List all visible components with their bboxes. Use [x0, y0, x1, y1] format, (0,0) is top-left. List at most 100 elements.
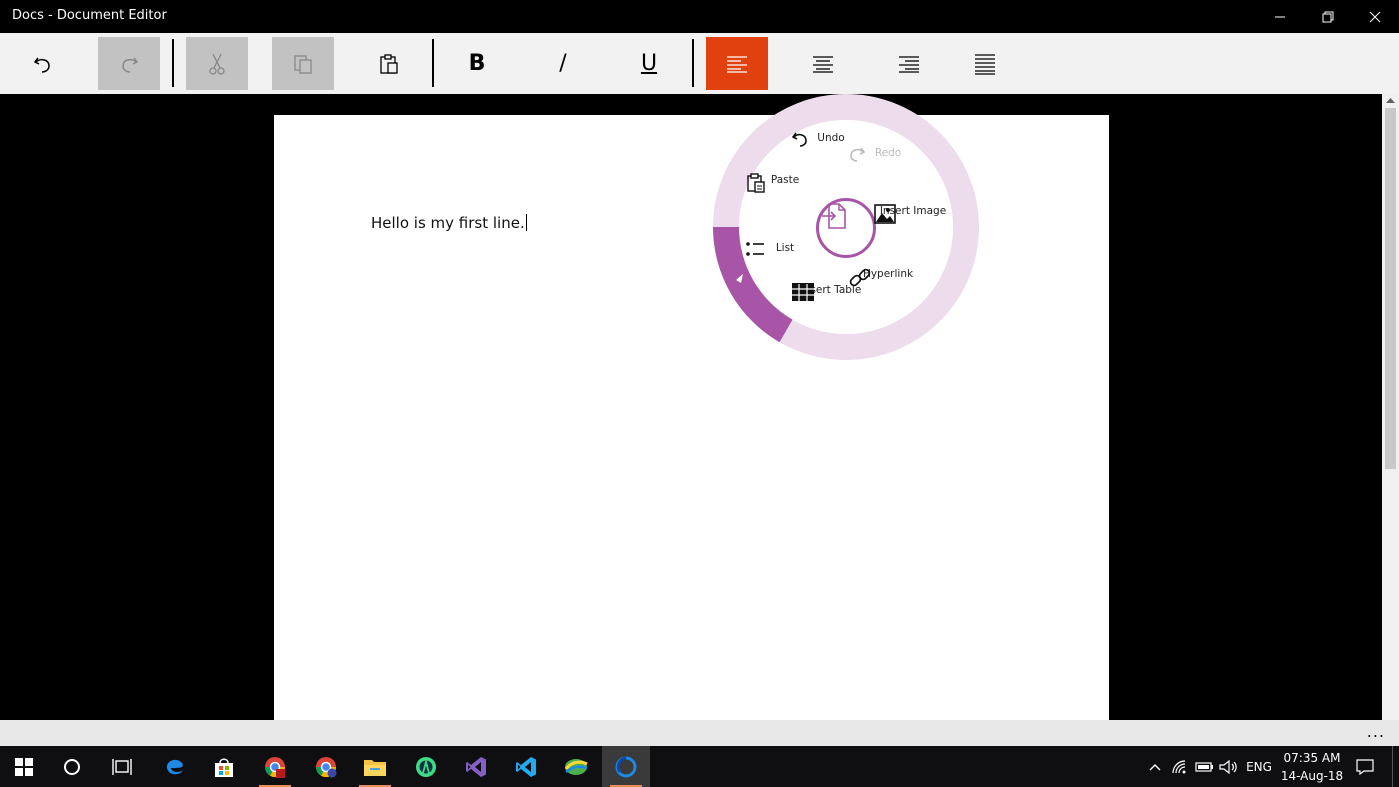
underline-button[interactable]: U — [618, 37, 680, 90]
start-button[interactable] — [0, 746, 48, 787]
scissors-icon — [209, 53, 225, 75]
taskbar-store[interactable] — [200, 746, 248, 787]
copy-button[interactable] — [272, 37, 334, 90]
task-view-button[interactable] — [98, 746, 146, 787]
taskbar-docs-app[interactable] — [602, 746, 650, 787]
paste-button[interactable] — [358, 37, 420, 90]
document-back-icon — [822, 203, 846, 229]
clock-date: 14-Aug-18 — [1280, 769, 1344, 783]
taskbar-file-explorer[interactable] — [351, 746, 399, 787]
taskbar-android-studio[interactable] — [402, 746, 450, 787]
task-view-icon — [112, 758, 132, 775]
align-center-icon — [813, 55, 833, 73]
bold-button[interactable]: B — [446, 37, 508, 90]
close-button[interactable] — [1352, 0, 1398, 33]
restore-icon — [1322, 11, 1334, 22]
image-icon — [874, 204, 896, 224]
document-area: Hello is my first line. — [0, 94, 1382, 720]
radial-insert-image[interactable]: Insert Image — [873, 203, 953, 224]
radial-insert-table[interactable]: Insert Table — [791, 282, 871, 301]
radial-list[interactable]: List — [745, 240, 825, 256]
document-text: Hello is my first line. — [371, 214, 525, 232]
title-bar: Docs - Document Editor — [0, 0, 1399, 33]
store-bag-icon — [215, 757, 233, 777]
chrome-browser-icon — [315, 756, 337, 777]
scrollbar-thumb[interactable] — [1385, 108, 1396, 469]
notification-icon — [1356, 758, 1374, 775]
chrome-browser-icon — [264, 756, 286, 778]
visual-studio-icon — [466, 756, 486, 777]
scroll-up-icon[interactable] — [1382, 94, 1399, 106]
undo-button[interactable] — [12, 37, 74, 90]
toolbar: B / U — [0, 33, 1399, 94]
search-button[interactable] — [48, 746, 96, 787]
taskbar-chrome[interactable] — [251, 746, 299, 787]
radial-redo[interactable]: Redo — [848, 145, 928, 162]
radial-hyperlink[interactable]: Hyperlink — [848, 266, 928, 287]
italic-button[interactable]: / — [532, 37, 594, 90]
docs-app-icon — [615, 756, 637, 777]
align-left-icon — [727, 55, 747, 73]
clock[interactable]: 07:35 AM 14-Aug-18 — [1276, 749, 1348, 785]
radial-paste[interactable]: Paste — [745, 172, 825, 193]
taskbar-visual-studio[interactable] — [452, 746, 500, 787]
battery-button[interactable] — [1192, 746, 1218, 787]
align-right-icon — [899, 55, 919, 73]
input-language[interactable]: ENG — [1243, 746, 1275, 787]
action-center-button[interactable] — [1352, 746, 1378, 787]
cut-button[interactable] — [186, 37, 248, 90]
chevron-up-icon — [1149, 763, 1161, 770]
toolbar-separator — [692, 39, 694, 87]
underline-label: U — [640, 51, 658, 76]
show-hidden-icons-button[interactable] — [1142, 746, 1168, 787]
redo-icon — [122, 57, 139, 73]
vertical-scrollbar[interactable] — [1382, 94, 1399, 720]
document-page[interactable]: Hello is my first line. — [274, 115, 1109, 720]
italic-label: / — [559, 51, 567, 76]
clock-time: 07:35 AM — [1283, 751, 1341, 765]
radial-redo-label: Redo — [874, 147, 902, 159]
undo-icon — [791, 132, 807, 147]
close-icon — [1369, 11, 1381, 22]
taskbar-network-app[interactable] — [552, 746, 600, 787]
app-bar: ... — [0, 720, 1399, 746]
minimize-icon — [1275, 16, 1285, 17]
radial-paste-label: Paste — [770, 174, 800, 186]
justify-icon — [975, 53, 995, 75]
language-label: ENG — [1246, 759, 1272, 774]
folder-icon — [364, 759, 386, 776]
justify-button[interactable] — [954, 37, 1016, 90]
align-left-button[interactable] — [706, 37, 768, 90]
wifi-icon — [1172, 759, 1186, 773]
radial-undo[interactable]: Undo — [791, 130, 871, 147]
vscode-icon — [516, 756, 536, 777]
show-desktop-button[interactable] — [1392, 746, 1399, 787]
align-right-button[interactable] — [878, 37, 940, 90]
undo-icon — [33, 57, 50, 73]
battery-icon — [1195, 761, 1213, 772]
taskbar-vscode[interactable] — [502, 746, 550, 787]
radial-menu-center-button[interactable] — [816, 198, 876, 258]
more-options-button[interactable]: ... — [1367, 722, 1385, 741]
copy-icon — [294, 54, 312, 74]
document-text-line[interactable]: Hello is my first line. — [371, 214, 527, 232]
toolbar-separator — [432, 39, 434, 87]
taskbar-chrome-profile[interactable] — [302, 746, 350, 787]
volume-button[interactable] — [1216, 746, 1242, 787]
radial-undo-label: Undo — [817, 132, 845, 144]
toolbar-separator — [172, 39, 174, 87]
minimize-button[interactable] — [1257, 0, 1303, 33]
paste-icon — [380, 53, 398, 74]
table-icon — [792, 283, 814, 301]
wifi-button[interactable] — [1168, 746, 1194, 787]
restore-button[interactable] — [1305, 0, 1351, 33]
radial-menu: Undo Redo Paste Insert Image List Hyperl… — [713, 94, 979, 360]
taskbar-edge[interactable] — [151, 746, 199, 787]
radial-list-label: List — [775, 242, 795, 254]
paste-icon — [747, 173, 765, 193]
align-center-button[interactable] — [792, 37, 854, 90]
redo-button[interactable] — [98, 37, 160, 90]
edge-browser-icon — [166, 759, 183, 774]
windows-logo-icon — [15, 757, 33, 776]
speaker-icon — [1219, 759, 1237, 774]
